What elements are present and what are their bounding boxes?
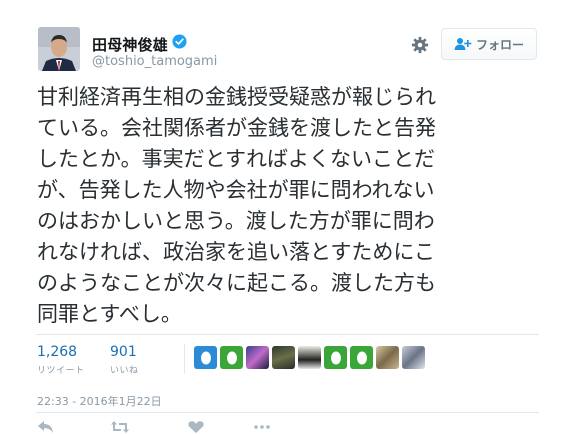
liker-avatar-7[interactable]: [350, 346, 373, 369]
retweet-count: 1,268: [37, 344, 78, 360]
reply-icon[interactable]: [37, 420, 55, 434]
retweet-icon[interactable]: [111, 420, 129, 434]
retweet-stat[interactable]: 1,268 リツイート: [37, 344, 85, 376]
liker-avatar-2[interactable]: [220, 346, 243, 369]
divider: [36, 334, 539, 335]
liker-avatar-9[interactable]: [402, 346, 425, 369]
liker-avatar-4[interactable]: [272, 346, 295, 369]
verified-badge-icon: [172, 34, 187, 49]
add-user-icon: [454, 38, 472, 50]
liker-avatar-6[interactable]: [324, 346, 347, 369]
like-label: いいね: [110, 366, 139, 376]
tweet-timestamp[interactable]: 22:33 - 2016年1月22日: [37, 393, 162, 409]
liker-avatar-5[interactable]: [298, 346, 321, 369]
follow-button[interactable]: フォロー: [441, 28, 537, 60]
follow-button-label: フォロー: [475, 37, 524, 52]
tweet-text: 甘利経済再生相の金銭授受疑惑が報じられ ている。会社関係者が金銭を渡したと告発 …: [37, 85, 436, 326]
liker-avatars: [194, 346, 425, 369]
like-stat[interactable]: 901 いいね: [110, 344, 139, 376]
gear-icon[interactable]: [411, 36, 429, 54]
more-icon[interactable]: [253, 420, 271, 434]
user-avatar[interactable]: [38, 27, 80, 71]
liker-avatar-1[interactable]: [194, 346, 217, 369]
like-count: 901: [110, 344, 137, 360]
display-name[interactable]: 田母神俊雄: [92, 34, 168, 55]
user-handle[interactable]: @toshio_tamogami: [92, 54, 217, 69]
divider: [36, 412, 539, 413]
retweet-label: リツイート: [37, 366, 85, 376]
like-icon[interactable]: [187, 420, 205, 434]
liker-avatar-3[interactable]: [246, 346, 269, 369]
stats-divider: [184, 344, 185, 374]
liker-avatar-8[interactable]: [376, 346, 399, 369]
